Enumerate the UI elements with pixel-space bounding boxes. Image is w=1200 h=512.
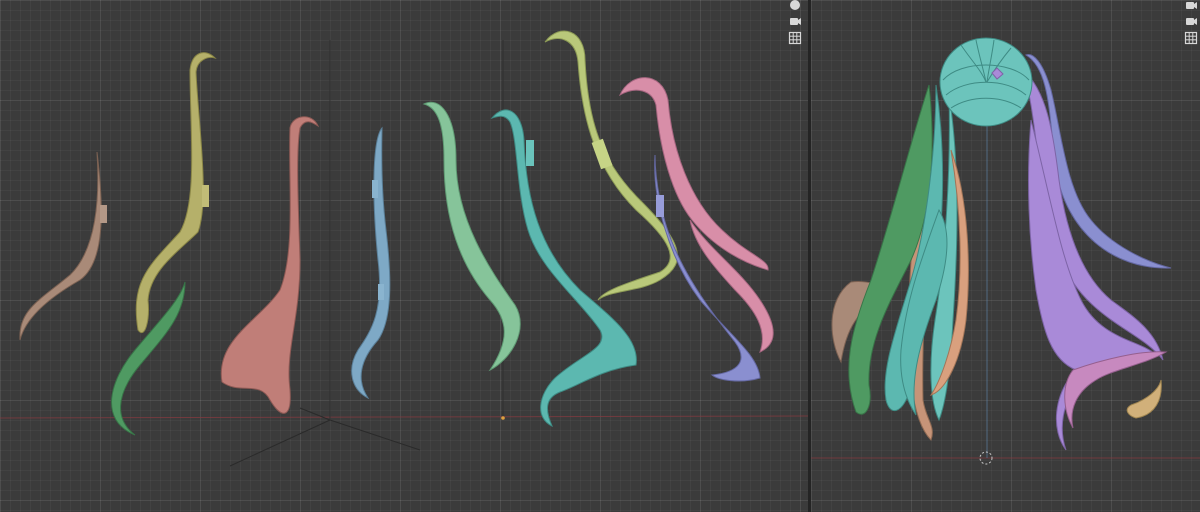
strand-tan[interactable] <box>19 151 107 341</box>
head-bun[interactable] <box>939 37 1033 127</box>
strand-yellowgreen[interactable] <box>544 30 678 301</box>
right-viewport[interactable] <box>811 0 1200 512</box>
strand-mint[interactable] <box>422 101 521 372</box>
hair-strands-scene <box>0 30 808 467</box>
strand-rose[interactable] <box>220 116 320 414</box>
left-viewport[interactable] <box>0 0 808 512</box>
strand-olive[interactable] <box>135 52 217 333</box>
left-tail[interactable] <box>831 84 969 441</box>
right-tail[interactable] <box>1021 54 1172 451</box>
strand-blue[interactable] <box>351 126 391 400</box>
camera-icon[interactable] <box>1182 12 1200 30</box>
grid-icon[interactable] <box>786 29 804 47</box>
hair-model-scene <box>811 37 1200 465</box>
strand-teal[interactable] <box>490 109 637 428</box>
grid-icon[interactable] <box>1182 29 1200 47</box>
camera-icon[interactable] <box>786 12 804 30</box>
